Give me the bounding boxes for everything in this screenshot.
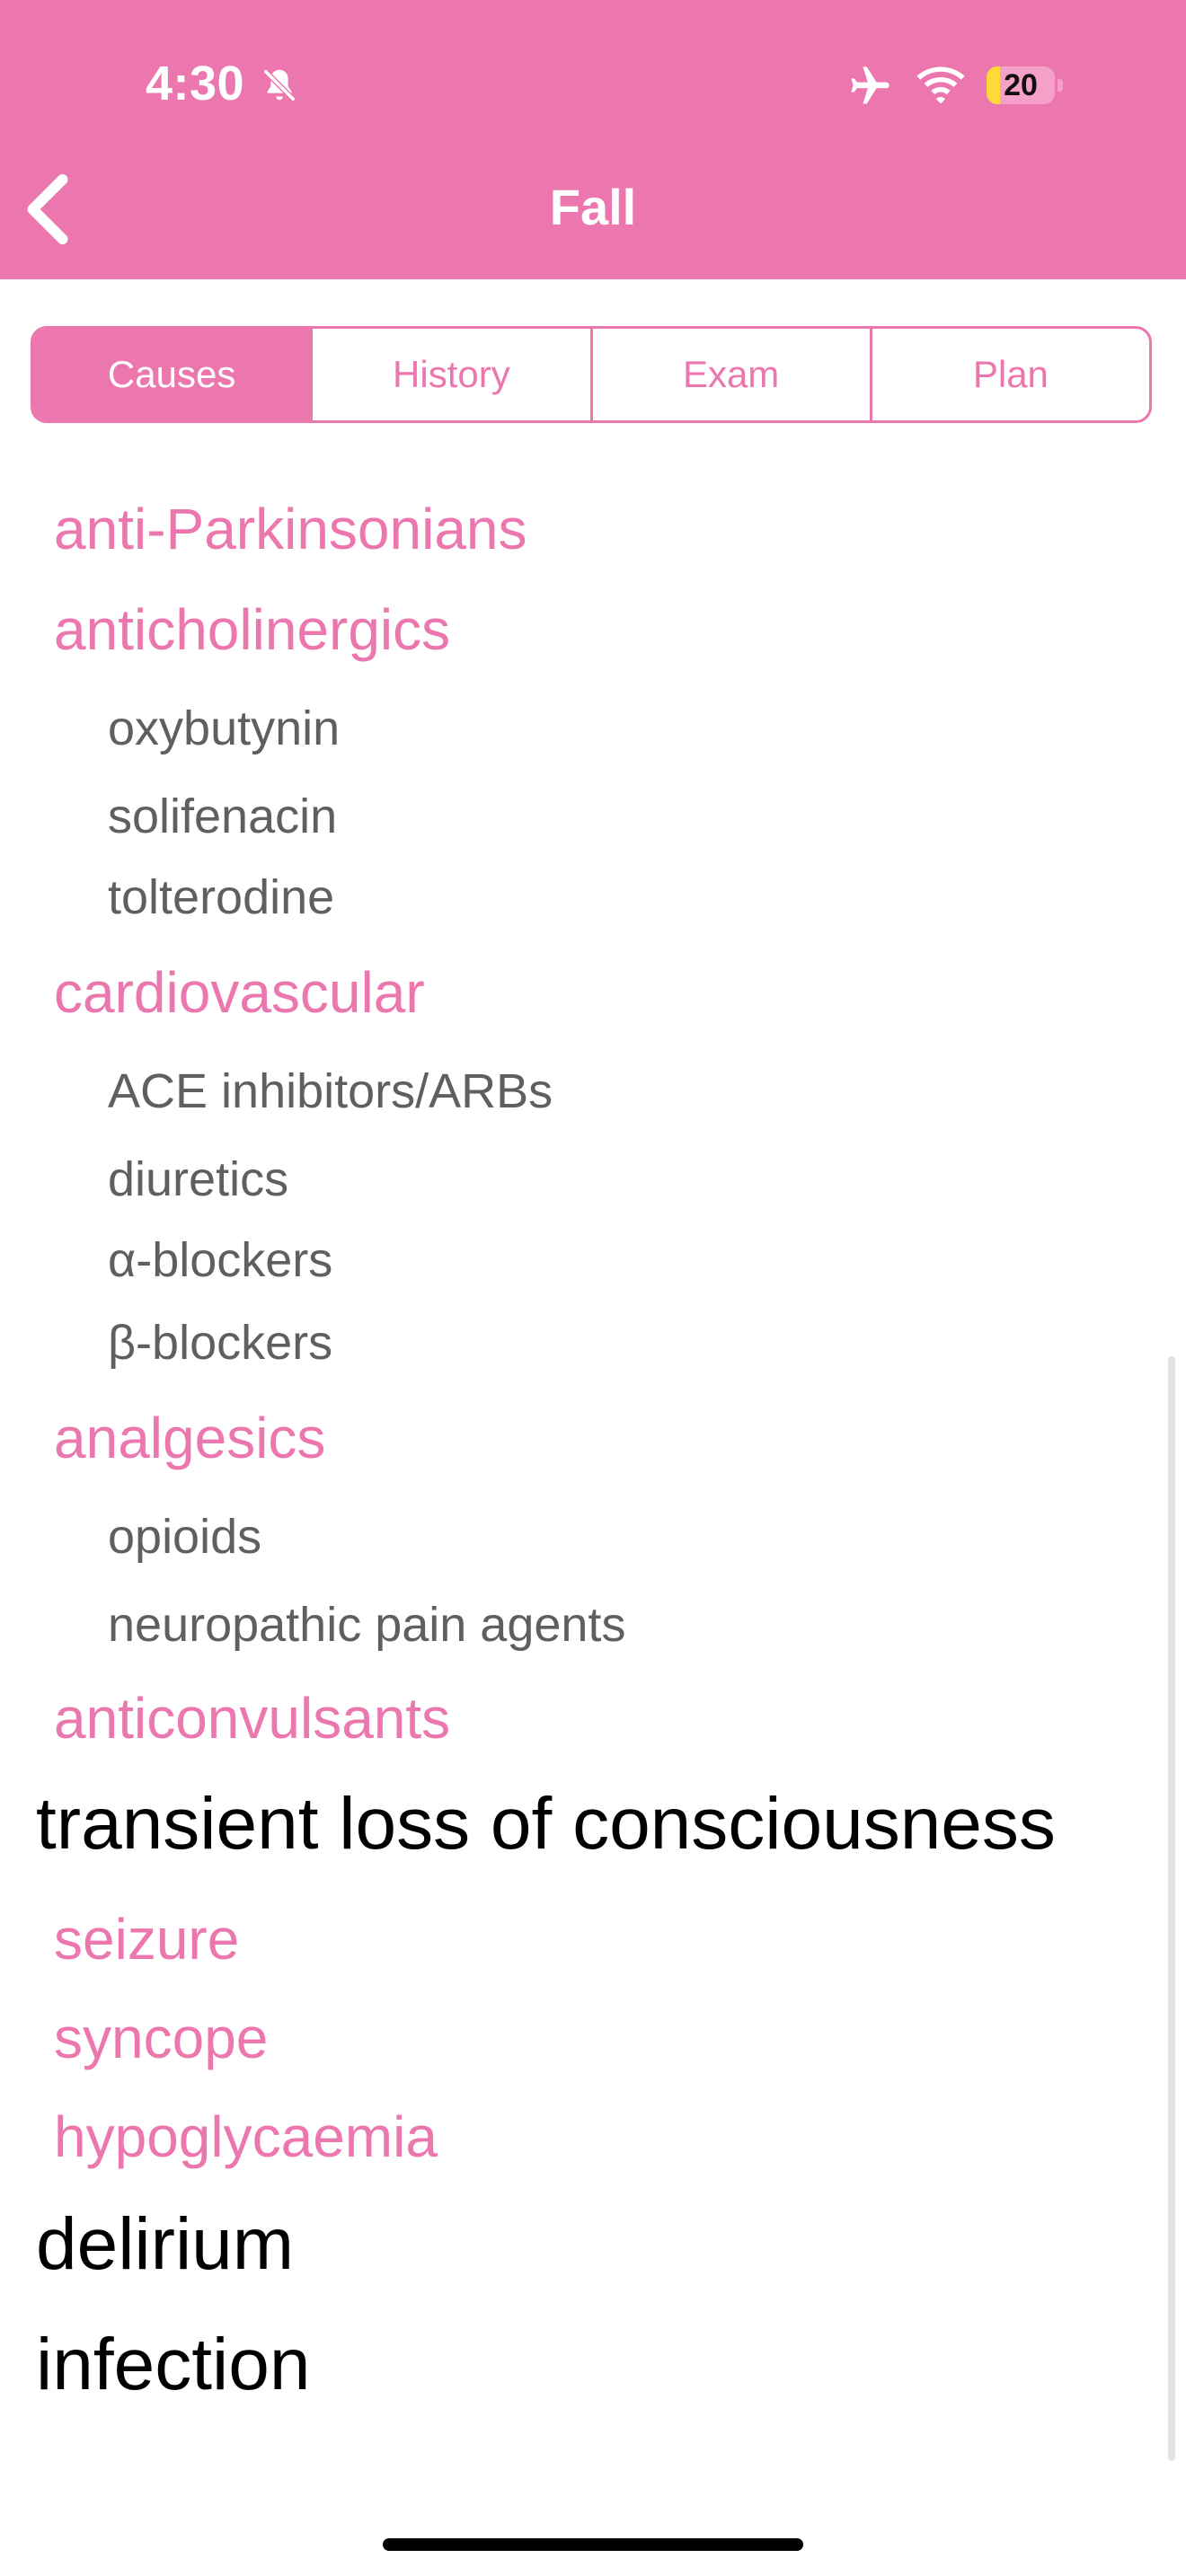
drug-item: diuretics: [108, 1152, 289, 1206]
section-heading: infection: [36, 2324, 311, 2405]
page-title: Fall: [549, 179, 637, 235]
drug-item: opioids: [108, 1510, 262, 1564]
drug-item: ACE inhibitors/ARBs: [108, 1064, 553, 1118]
section-heading: transient loss of consciousness: [36, 1783, 1056, 1865]
drug-item: β-blockers: [108, 1316, 333, 1370]
category-item: anticonvulsants: [54, 1686, 451, 1751]
drug-item: neuropathic pain agents: [108, 1598, 626, 1652]
category-item: anticholinergics: [54, 597, 451, 662]
category-item: hypoglycaemia: [54, 2104, 438, 2169]
drug-item: α-blockers: [108, 1233, 333, 1287]
status-time: 4:30: [146, 57, 245, 110]
category-item: syncope: [54, 2006, 269, 2070]
segmented-control: Causes History Exam Plan: [31, 326, 1152, 423]
category-item: analgesics: [54, 1406, 326, 1470]
battery-icon: 20: [987, 66, 1064, 104]
battery-level: 20: [1004, 68, 1038, 102]
scrollbar[interactable]: [1168, 1356, 1175, 2461]
tab-exam[interactable]: Exam: [589, 329, 870, 420]
home-indicator: [383, 2538, 803, 2551]
drug-item: tolterodine: [108, 870, 335, 924]
tab-history[interactable]: History: [310, 329, 589, 420]
airplane-mode-icon: [851, 66, 890, 104]
category-item: cardiovascular: [54, 960, 425, 1025]
category-item: seizure: [54, 1907, 240, 1972]
drug-item: oxybutynin: [108, 701, 341, 755]
back-chevron-icon[interactable]: [20, 172, 77, 246]
drug-item: solifenacin: [108, 790, 338, 843]
section-heading: delirium: [36, 2203, 295, 2285]
bell-muted-icon: [262, 68, 296, 102]
wifi-icon: [916, 66, 965, 104]
tab-plan[interactable]: Plan: [869, 329, 1149, 420]
category-item: anti-Parkinsonians: [54, 497, 527, 561]
navigation-header: 4:30 20 Fall: [0, 0, 1186, 279]
tab-causes[interactable]: Causes: [33, 329, 311, 420]
